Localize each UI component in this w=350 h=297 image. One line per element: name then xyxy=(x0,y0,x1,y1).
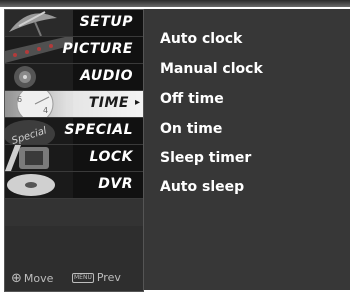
submenu-item-auto-sleep[interactable]: Auto sleep xyxy=(160,179,244,195)
svg-text:4: 4 xyxy=(43,106,48,115)
lock-icon xyxy=(5,145,73,171)
main-menu-sidebar: SETUP PICTURE AUDIO 6 4 TIME ▸ Special S… xyxy=(4,9,144,292)
menu-item-lock[interactable]: LOCK xyxy=(5,145,143,172)
hint-move: ⊕ Move xyxy=(11,271,53,286)
menu-label-dvr: DVR xyxy=(98,176,133,192)
clock-icon: 6 4 xyxy=(5,91,73,117)
menu-label-special: SPECIAL xyxy=(64,122,133,138)
move-arrows-icon: ⊕ xyxy=(11,271,22,286)
submenu-item-auto-clock[interactable]: Auto clock xyxy=(160,31,242,47)
menu-label-picture: PICTURE xyxy=(62,41,133,57)
hint-prev: MENU Prev xyxy=(72,271,121,284)
menu-label-setup: SETUP xyxy=(79,14,133,30)
navigation-hint-bar: ⊕ Move MENU Prev xyxy=(5,268,143,288)
menu-item-setup[interactable]: SETUP xyxy=(5,10,143,37)
menu-label-time: TIME xyxy=(88,95,129,111)
menu-item-time[interactable]: 6 4 TIME ▸ xyxy=(5,91,143,118)
menu-label-lock: LOCK xyxy=(89,149,133,165)
hint-prev-label: Prev xyxy=(96,271,121,284)
hint-move-label: Move xyxy=(23,272,54,285)
menu-item-picture[interactable]: PICTURE xyxy=(5,37,143,64)
menu-item-audio[interactable]: AUDIO xyxy=(5,64,143,91)
time-submenu-panel: Auto clock Manual clock Off time On time… xyxy=(144,9,350,290)
tv-osd-screen: SETUP PICTURE AUDIO 6 4 TIME ▸ Special S… xyxy=(0,0,350,297)
speaker-icon xyxy=(5,64,73,90)
submenu-item-off-time[interactable]: Off time xyxy=(160,91,224,107)
disc-icon xyxy=(5,172,73,198)
svg-text:6: 6 xyxy=(17,95,22,104)
submenu-item-on-time[interactable]: On time xyxy=(160,121,222,137)
menu-label-audio: AUDIO xyxy=(80,68,133,84)
submenu-item-sleep-timer[interactable]: Sleep timer xyxy=(160,150,251,166)
menu-item-special[interactable]: Special SPECIAL xyxy=(5,118,143,145)
satellite-dish-icon xyxy=(5,10,73,36)
menu-item-dvr[interactable]: DVR xyxy=(5,172,143,199)
menu-key-icon: MENU xyxy=(72,273,94,283)
special-disc-icon: Special xyxy=(5,118,73,144)
selected-arrow-icon: ▸ xyxy=(134,97,140,108)
top-edge-strip xyxy=(0,0,350,7)
submenu-item-manual-clock[interactable]: Manual clock xyxy=(160,61,263,77)
